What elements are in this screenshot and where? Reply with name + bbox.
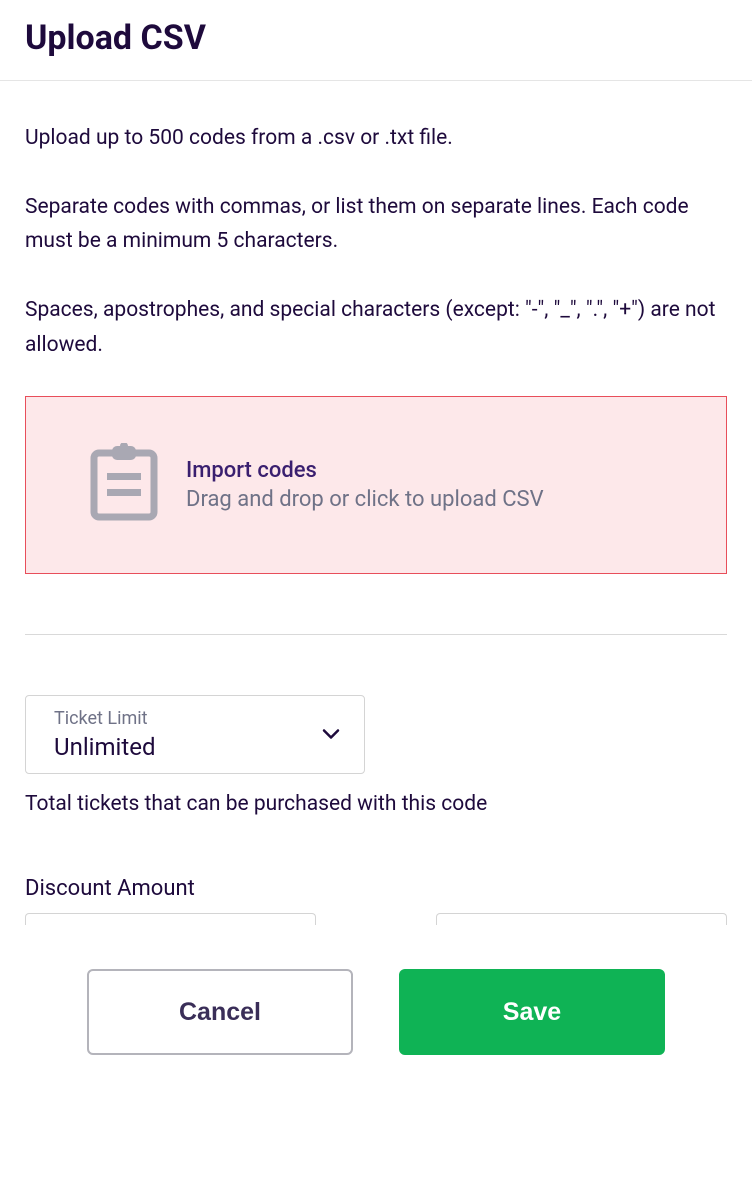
dropzone-subtitle: Drag and drop or click to upload CSV [186,487,544,512]
discount-input-2[interactable] [436,913,727,925]
instruction-line-1: Upload up to 500 codes from a .csv or .t… [25,121,727,156]
ticket-limit-help: Total tickets that can be purchased with… [25,792,727,816]
dropzone-text: Import codes Drag and drop or click to u… [186,458,544,512]
upload-dropzone[interactable]: Import codes Drag and drop or click to u… [25,396,727,574]
dialog-title: Upload CSV [25,18,727,58]
clipboard-icon [88,443,160,527]
ticket-limit-label: Ticket Limit [54,708,314,729]
dropzone-title: Import codes [186,458,544,483]
discount-input-1[interactable] [25,913,316,925]
dialog-footer: Cancel Save [0,945,752,1075]
chevron-down-icon [322,725,340,744]
ticket-limit-select[interactable]: Ticket Limit Unlimited [25,695,365,774]
section-divider [25,634,727,635]
discount-amount-label: Discount Amount [25,876,727,901]
dialog-content: Upload up to 500 codes from a .csv or .t… [0,81,752,945]
ticket-limit-value: Unlimited [54,733,314,761]
cancel-button[interactable]: Cancel [87,969,353,1055]
dialog-header: Upload CSV [0,0,752,81]
save-button[interactable]: Save [399,969,665,1055]
instruction-line-2: Separate codes with commas, or list them… [25,190,727,259]
instruction-line-3: Spaces, apostrophes, and special charact… [25,293,727,362]
upload-instructions: Upload up to 500 codes from a .csv or .t… [25,121,727,362]
discount-input-row [25,913,727,925]
